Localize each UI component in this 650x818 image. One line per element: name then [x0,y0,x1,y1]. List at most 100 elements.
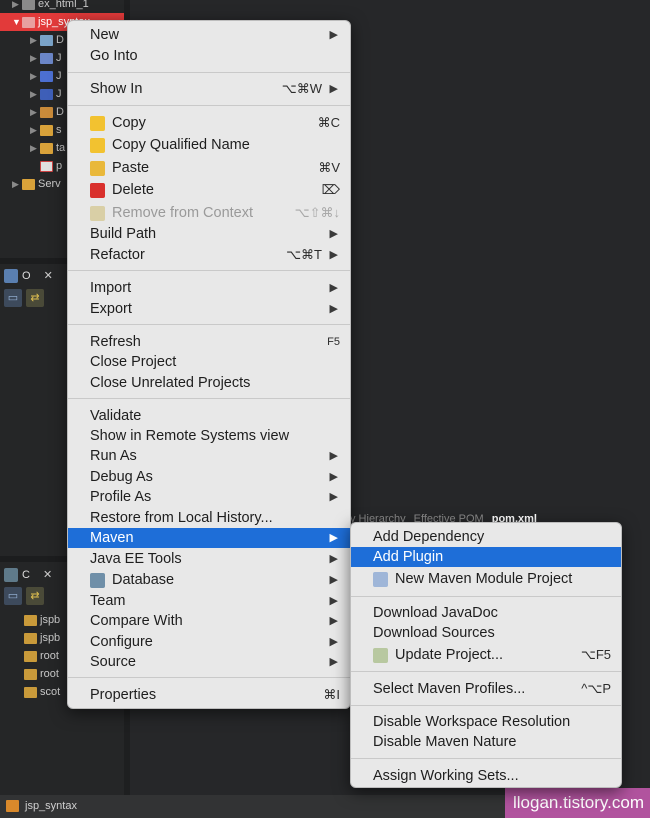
status-project: jsp_syntax [25,800,77,812]
menu-item-run-as[interactable]: Run As ▶ [68,446,350,466]
connection-icon [24,686,37,698]
tree-item[interactable]: ▶ ta [0,139,65,157]
menu-separator [68,72,350,73]
menu-separator [68,398,350,399]
connection-icon [24,650,37,662]
folder-icon [22,178,35,190]
tree-item[interactable]: ▶ ex_html_1 [0,0,124,13]
menu-item-new-maven-module-project[interactable]: New Maven Module Project [351,569,621,589]
deployment-icon [40,34,53,46]
menu-item-disable-workspace-resolution[interactable]: Disable Workspace Resolution [351,712,621,732]
menu-separator [351,705,621,706]
submenu-arrow-icon: ▶ [329,553,338,565]
menu-item-close-unrelated-projects[interactable]: Close Unrelated Projects [68,373,350,393]
collapse-all-icon[interactable]: ▭ [4,587,22,605]
menu-item-team[interactable]: Team ▶ [68,591,350,611]
tree-item[interactable]: ▶ J [0,49,62,67]
menu-item-close-project[interactable]: Close Project [68,352,350,372]
link-with-editor-icon[interactable]: ⇄ [26,289,44,307]
connection-item[interactable]: jspb [24,629,60,647]
submenu-arrow-icon: ▶ [329,656,338,668]
menu-item-add-plugin[interactable]: Add Plugin [351,547,621,567]
menu-item-copy[interactable]: Copy ⌘C [68,113,350,133]
menu-item-show-in-remote-systems[interactable]: Show in Remote Systems view [68,426,350,446]
project-icon [6,800,19,813]
connection-item[interactable]: scot [24,683,60,701]
tree-item[interactable]: ▶ D [0,103,64,121]
update-project-icon [373,648,388,663]
menu-item-restore-from-local-history[interactable]: Restore from Local History... [68,508,350,528]
menu-item-new[interactable]: New ▶ [68,25,350,45]
outline-icon [4,269,18,284]
menu-separator [351,758,621,759]
folder-icon [40,124,53,136]
menu-item-refresh[interactable]: Refresh F5 [68,332,350,352]
folder-icon [22,0,35,10]
connection-icon [24,632,37,644]
submenu-arrow-icon: ▶ [329,282,338,294]
menu-item-profile-as[interactable]: Profile As ▶ [68,487,350,507]
menu-item-validate[interactable]: Validate [68,406,350,426]
submenu-arrow-icon: ▶ [329,595,338,607]
outline-view-tab[interactable]: O ✕ [4,266,53,286]
connection-item[interactable]: root [24,665,59,683]
menu-item-update-project[interactable]: Update Project... ⌥F5 [351,645,621,665]
menu-item-import[interactable]: Import ▶ [68,278,350,298]
tree-item[interactable]: ▶ J [0,67,62,85]
connection-item[interactable]: jspb [24,611,60,629]
menu-item-paste[interactable]: Paste ⌘V [68,158,350,178]
close-icon[interactable]: ✕ [43,569,52,581]
menu-item-delete[interactable]: Delete ⌦ [68,180,350,200]
database-icon [90,573,105,588]
menu-item-add-dependency[interactable]: Add Dependency [351,527,621,547]
menu-separator [351,596,621,597]
menu-item-remove-from-context[interactable]: Remove from Context ⌥⇧⌘↓ [68,203,350,223]
submenu-arrow-icon: ▶ [329,228,338,240]
tree-item[interactable]: ▶ s [0,121,62,139]
collapse-all-icon[interactable]: ▭ [4,289,22,307]
tree-item[interactable]: ▶ Serv [0,175,61,193]
library-icon [40,88,53,100]
outline-toolbar: ▭ ⇄ [4,289,48,311]
menu-item-disable-maven-nature[interactable]: Disable Maven Nature [351,732,621,752]
copy-icon [90,116,105,131]
xml-file-icon [40,160,53,172]
menu-item-properties[interactable]: Properties ⌘I [68,685,350,705]
submenu-arrow-icon: ▶ [329,615,338,627]
menu-item-source[interactable]: Source ▶ [68,652,350,672]
close-icon[interactable]: ✕ [44,270,53,282]
submenu-arrow-icon: ▶ [329,29,338,41]
menu-item-copy-qualified-name[interactable]: Copy Qualified Name [68,135,350,155]
menu-item-configure[interactable]: Configure ▶ [68,632,350,652]
servers-toolbar: ▭ ⇄ [4,587,48,609]
submenu-arrow-icon: ▶ [329,303,338,315]
menu-item-database[interactable]: Database ▶ [68,570,350,590]
delete-icon [90,183,105,198]
menu-item-export[interactable]: Export ▶ [68,299,350,319]
servers-view-tab[interactable]: C ✕ [4,565,52,585]
menu-item-refactor[interactable]: Refactor ⌥⌘T ▶ [68,245,350,265]
menu-item-maven[interactable]: Maven ▶ [68,528,350,548]
link-with-editor-icon[interactable]: ⇄ [26,587,44,605]
menu-item-assign-working-sets[interactable]: Assign Working Sets... [351,766,621,786]
menu-item-download-sources[interactable]: Download Sources [351,623,621,643]
menu-item-select-maven-profiles[interactable]: Select Maven Profiles... ^⌥P [351,679,621,699]
project-icon [22,16,35,28]
watermark: llogan.tistory.com [504,788,650,818]
menu-separator [68,270,350,271]
tree-item[interactable]: ▶ J [0,85,62,103]
menu-item-show-in[interactable]: Show In ⌥⌘W ▶ [68,79,350,99]
menu-item-download-javadoc[interactable]: Download JavaDoc [351,603,621,623]
menu-item-build-path[interactable]: Build Path ▶ [68,224,350,244]
menu-item-debug-as[interactable]: Debug As ▶ [68,467,350,487]
submenu-arrow-icon: ▶ [329,636,338,648]
remove-context-icon [90,206,105,221]
tree-item[interactable]: ▶ D [0,31,64,49]
submenu-arrow-icon: ▶ [329,532,338,544]
tree-item[interactable]: p [0,157,62,175]
java-resources-icon [40,70,53,82]
menu-item-compare-with[interactable]: Compare With ▶ [68,611,350,631]
connection-item[interactable]: root [24,647,59,665]
menu-item-go-into[interactable]: Go Into [68,46,350,66]
menu-item-java-ee-tools[interactable]: Java EE Tools ▶ [68,549,350,569]
